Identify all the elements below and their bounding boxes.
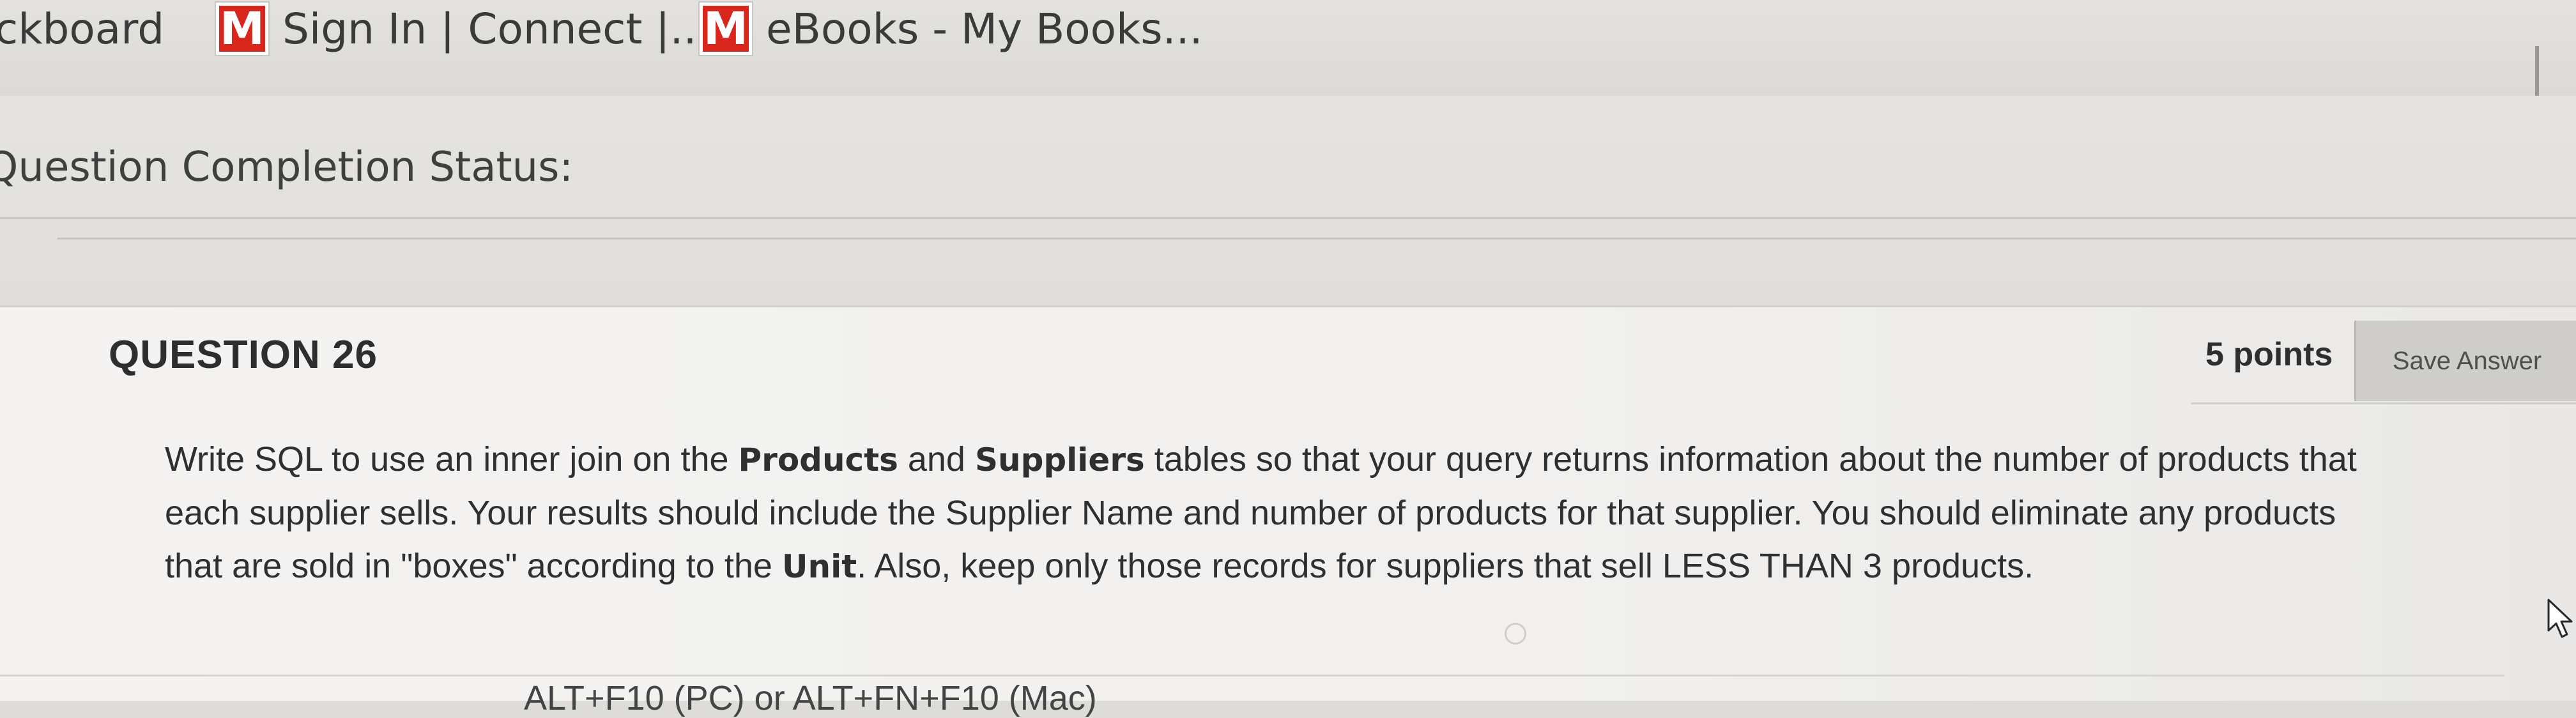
bookmark-ebooks[interactable]: M eBooks - My Books...	[700, 0, 1203, 57]
mcgraw-hill-m-icon: M	[216, 3, 268, 55]
question-text: Write SQL to use an inner join on the Pr…	[165, 433, 2542, 593]
bookmark-label: Sign In | Connect |...	[282, 4, 710, 54]
editor-accessibility-hint: ALT+F10 (PC) or ALT+FN+F10 (Mac)	[524, 679, 1097, 717]
faint-circle-mark	[1505, 623, 1526, 645]
mouse-pointer-icon	[2547, 599, 2573, 638]
column-name-unit: Unit	[781, 548, 857, 585]
bookmark-sign-in-connect[interactable]: M Sign In | Connect |...	[216, 0, 710, 57]
table-name-suppliers: Suppliers	[974, 441, 1145, 478]
status-rule-bottom	[57, 238, 2576, 240]
bookmark-label: eBooks - My Books...	[766, 4, 1203, 54]
completion-status-label: Question Completion Status:	[0, 144, 573, 191]
question-title: QUESTION 26	[109, 333, 378, 377]
completion-status-section	[0, 96, 2576, 307]
question-line-1: Write SQL to use an inner join on the Pr…	[165, 440, 2357, 478]
question-points: 5 points	[2205, 336, 2333, 373]
question-header-underline	[2191, 402, 2576, 404]
question-line-3: that are sold in "boxes" according to th…	[165, 547, 2034, 585]
save-answer-button[interactable]: Save Answer	[2354, 321, 2576, 401]
bookmark-label: ckboard	[0, 4, 165, 54]
mcgraw-hill-m-icon: M	[700, 3, 752, 55]
bookmarks-bar: ckboard M Sign In | Connect |... M eBook…	[0, 0, 2576, 103]
editor-top-border	[0, 675, 2504, 676]
status-rule-top	[0, 217, 2576, 219]
question-line-2: each supplier sells. Your results should…	[165, 494, 2336, 532]
scroll-edge-indicator	[2535, 46, 2539, 103]
table-name-products: Products	[738, 441, 898, 478]
bookmark-blackboard[interactable]: ckboard	[0, 0, 164, 57]
